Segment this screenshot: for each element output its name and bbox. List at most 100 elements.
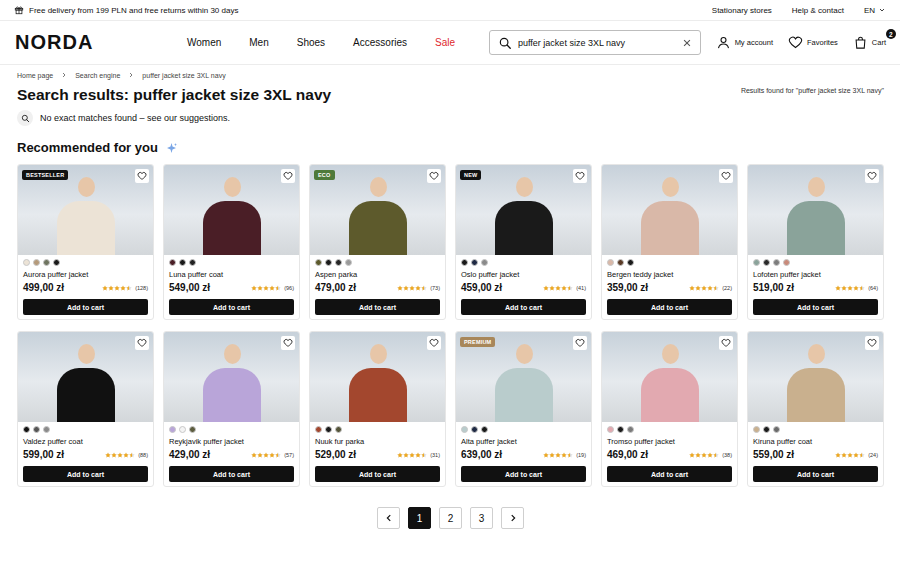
favorite-button[interactable] [719, 336, 733, 350]
search-input[interactable] [518, 38, 676, 48]
product-name[interactable]: Valdez puffer coat [23, 437, 148, 447]
add-to-cart-button[interactable]: Add to cart [753, 299, 878, 315]
color-swatch[interactable] [169, 426, 176, 433]
add-to-cart-button[interactable]: Add to cart [607, 299, 732, 315]
color-swatch[interactable] [315, 426, 322, 433]
color-swatch[interactable] [189, 259, 196, 266]
color-swatch[interactable] [33, 259, 40, 266]
product-photo[interactable] [18, 332, 153, 422]
product-photo[interactable] [164, 165, 299, 255]
add-to-cart-button[interactable]: Add to cart [607, 466, 732, 482]
color-swatch[interactable] [315, 259, 322, 266]
breadcrumb-item[interactable]: puffer jacket size 3XL navy [142, 72, 225, 79]
breadcrumb-item[interactable]: Search engine [75, 72, 120, 79]
page-button[interactable]: 2 [439, 507, 462, 529]
product-photo[interactable] [748, 332, 883, 422]
product-photo[interactable]: ECO [310, 165, 445, 255]
product-name[interactable]: Aurora puffer jacket [23, 270, 148, 280]
color-swatch[interactable] [33, 426, 40, 433]
add-to-cart-button[interactable]: Add to cart [315, 299, 440, 315]
product-name[interactable]: Nuuk fur parka [315, 437, 440, 447]
favorite-button[interactable] [281, 169, 295, 183]
product-photo[interactable] [602, 165, 737, 255]
product-name[interactable]: Tromso puffer jacket [607, 437, 732, 447]
add-to-cart-button[interactable]: Add to cart [23, 299, 148, 315]
product-name[interactable]: Alta puffer jacket [461, 437, 586, 447]
favorite-button[interactable] [865, 169, 879, 183]
favorite-button[interactable] [573, 169, 587, 183]
product-card[interactable]: ECOAspen parka479,00 zł(73)Add to cart [309, 164, 446, 320]
color-swatch[interactable] [461, 426, 468, 433]
product-card[interactable]: Nuuk fur parka529,00 zł(31)Add to cart [309, 331, 446, 487]
product-card[interactable]: Luna puffer coat549,00 zł(96)Add to cart [163, 164, 300, 320]
product-card[interactable]: Bergen teddy jacket359,00 zł(22)Add to c… [601, 164, 738, 320]
color-swatch[interactable] [345, 259, 352, 266]
color-swatch[interactable] [325, 259, 332, 266]
prev-page-button[interactable] [377, 507, 400, 529]
next-page-button[interactable] [501, 507, 524, 529]
product-photo[interactable]: BESTSELLER [18, 165, 153, 255]
color-swatch[interactable] [753, 259, 760, 266]
favorite-button[interactable] [573, 336, 587, 350]
color-swatch[interactable] [481, 426, 488, 433]
color-swatch[interactable] [169, 259, 176, 266]
nav-item[interactable]: Sale [435, 37, 455, 48]
product-name[interactable]: Lofoten puffer jacket [753, 270, 878, 280]
favorite-button[interactable] [427, 336, 441, 350]
product-name[interactable]: Aspen parka [315, 270, 440, 280]
logo[interactable]: NORDA [15, 31, 187, 54]
product-card[interactable]: Tromso puffer jacket469,00 zł(38)Add to … [601, 331, 738, 487]
color-swatch[interactable] [471, 259, 478, 266]
clear-icon[interactable] [682, 38, 692, 48]
color-swatch[interactable] [763, 259, 770, 266]
product-card[interactable]: Kiruna puffer coat559,00 zł(24)Add to ca… [747, 331, 884, 487]
product-photo[interactable]: PREMIUM [456, 332, 591, 422]
product-name[interactable]: Bergen teddy jacket [607, 270, 732, 280]
top-link[interactable]: Help & contact [792, 6, 844, 15]
color-swatch[interactable] [753, 426, 760, 433]
color-swatch[interactable] [335, 426, 342, 433]
color-swatch[interactable] [23, 259, 30, 266]
language-select[interactable]: EN [864, 6, 886, 15]
add-to-cart-button[interactable]: Add to cart [753, 466, 878, 482]
product-name[interactable]: Reykjavik puffer jacket [169, 437, 294, 447]
favorite-button[interactable] [281, 336, 295, 350]
product-photo[interactable] [310, 332, 445, 422]
color-swatch[interactable] [325, 426, 332, 433]
color-swatch[interactable] [43, 259, 50, 266]
add-to-cart-button[interactable]: Add to cart [23, 466, 148, 482]
product-name[interactable]: Oslo puffer jacket [461, 270, 586, 280]
product-name[interactable]: Kiruna puffer coat [753, 437, 878, 447]
color-swatch[interactable] [471, 426, 478, 433]
color-swatch[interactable] [607, 426, 614, 433]
color-swatch[interactable] [773, 426, 780, 433]
color-swatch[interactable] [617, 259, 624, 266]
nav-item[interactable]: Shoes [297, 37, 325, 48]
top-link[interactable]: Stationary stores [712, 6, 772, 15]
add-to-cart-button[interactable]: Add to cart [461, 466, 586, 482]
favorite-button[interactable] [135, 169, 149, 183]
product-photo[interactable] [164, 332, 299, 422]
color-swatch[interactable] [763, 426, 770, 433]
product-card[interactable]: Valdez puffer coat599,00 zł(88)Add to ca… [17, 331, 154, 487]
color-swatch[interactable] [53, 259, 60, 266]
color-swatch[interactable] [179, 259, 186, 266]
product-card[interactable]: PREMIUMAlta puffer jacket639,00 zł(19)Ad… [455, 331, 592, 487]
product-card[interactable]: NEWOslo puffer jacket459,00 zł(41)Add to… [455, 164, 592, 320]
favorite-button[interactable] [427, 169, 441, 183]
color-swatch[interactable] [773, 259, 780, 266]
product-card[interactable]: Reykjavik puffer jacket429,00 zł(57)Add … [163, 331, 300, 487]
add-to-cart-button[interactable]: Add to cart [315, 466, 440, 482]
color-swatch[interactable] [335, 259, 342, 266]
color-swatch[interactable] [617, 426, 624, 433]
product-card[interactable]: BESTSELLERAurora puffer jacket499,00 zł(… [17, 164, 154, 320]
product-name[interactable]: Luna puffer coat [169, 270, 294, 280]
page-button[interactable]: 3 [470, 507, 493, 529]
favorite-button[interactable] [865, 336, 879, 350]
product-photo[interactable] [602, 332, 737, 422]
color-swatch[interactable] [481, 259, 488, 266]
color-swatch[interactable] [627, 426, 634, 433]
color-swatch[interactable] [179, 426, 186, 433]
color-swatch[interactable] [189, 426, 196, 433]
nav-item[interactable]: Accessories [353, 37, 407, 48]
